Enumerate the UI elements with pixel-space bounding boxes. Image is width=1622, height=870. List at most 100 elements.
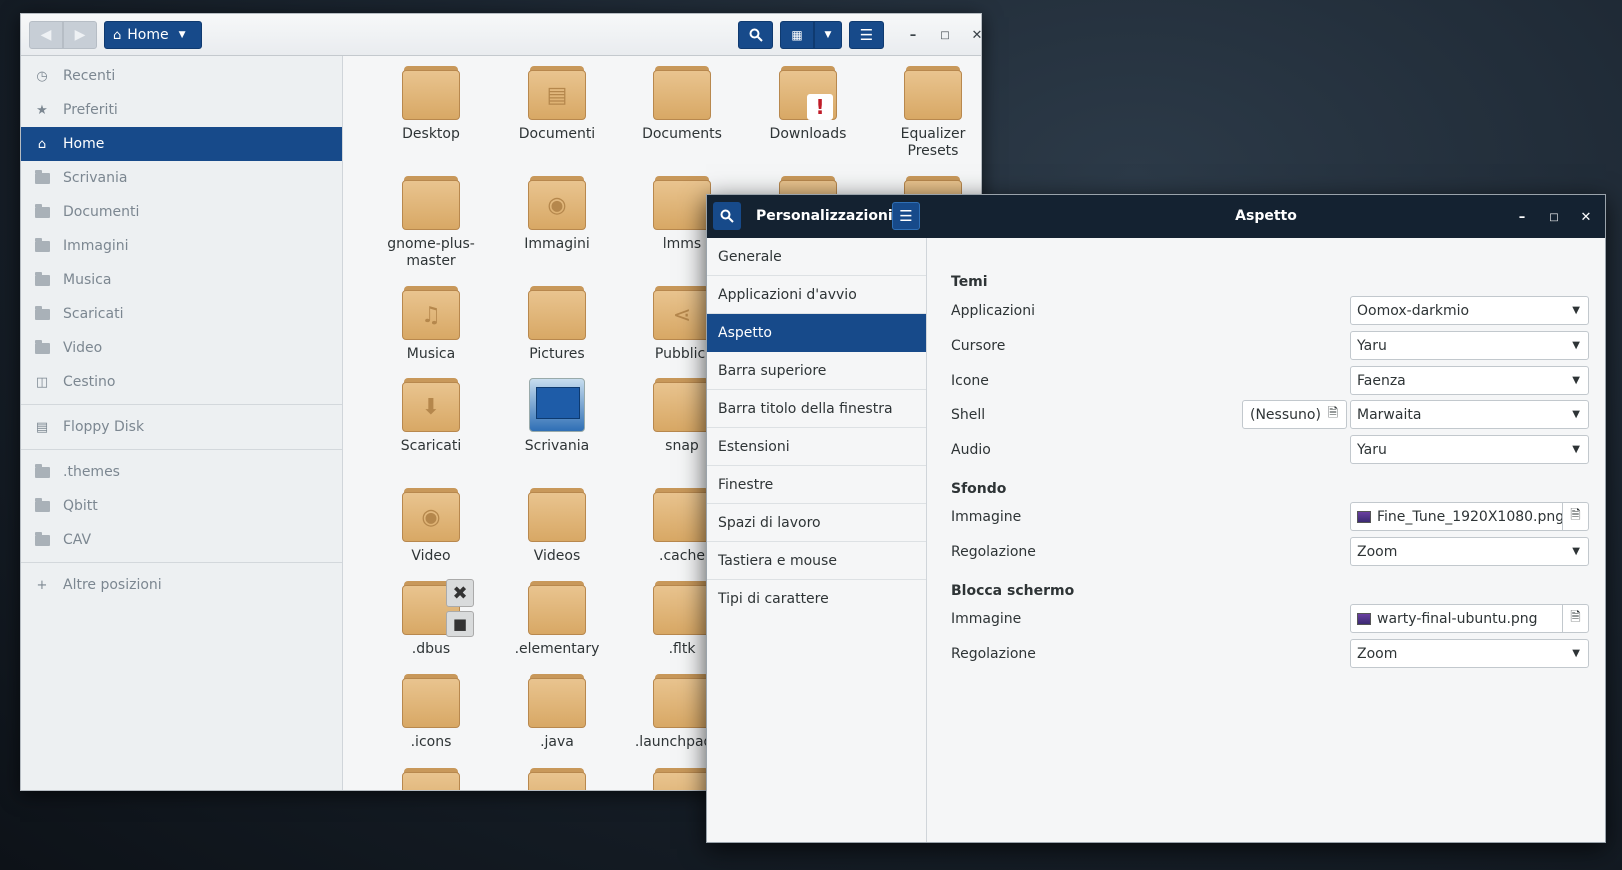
file-item[interactable]	[371, 768, 491, 790]
folder-icon	[34, 237, 50, 252]
folder-icon	[34, 531, 50, 546]
chevron-down-icon: ▼	[1572, 444, 1580, 455]
sidebar-item-starred[interactable]: ★ Preferiti	[21, 93, 342, 127]
sidebar-item-window-titlebars[interactable]: Barra titolo della finestra	[707, 390, 926, 428]
lock-screen-image-chooser[interactable]: warty-final-ubuntu.png 🗎	[1350, 604, 1589, 633]
sidebar-item-trash[interactable]: ◫ Cestino	[21, 365, 342, 399]
minimize-button[interactable]: –	[902, 24, 924, 46]
close-button[interactable]: ✕	[966, 24, 981, 46]
file-item[interactable]: .java	[497, 674, 617, 751]
file-item[interactable]: Scrivania	[497, 378, 617, 455]
folder-icon: ♫	[402, 286, 460, 340]
row-label-background-adjustment: Regolazione	[951, 544, 1036, 560]
folder-icon	[653, 581, 711, 635]
folder-icon	[34, 339, 50, 354]
chevron-down-icon: ▼	[178, 30, 186, 40]
file-item[interactable]: Documents	[622, 66, 742, 143]
row-label-shell: Shell	[951, 407, 986, 423]
sidebar-item-windows[interactable]: Finestre	[707, 466, 926, 504]
sidebar-item-qbitt[interactable]: Qbitt	[21, 489, 342, 523]
file-item-label: .dbus	[411, 641, 451, 657]
sidebar-item-keyboard-mouse[interactable]: Tastiera e mouse	[707, 542, 926, 580]
file-item[interactable]: ⬇ Scaricati	[371, 378, 491, 455]
combo-value: Yaru	[1357, 337, 1387, 354]
sidebar-item-themes[interactable]: .themes	[21, 455, 342, 489]
background-image-chooser[interactable]: Fine_Tune_1920X1080.png 🗎	[1350, 502, 1589, 531]
sidebar-item-cav[interactable]: CAV	[21, 523, 342, 557]
menu-button[interactable]: ☰	[849, 21, 884, 49]
icon-theme-combo[interactable]: Faenza ▼	[1350, 366, 1589, 395]
sidebar-item-label: Home	[63, 136, 105, 152]
sidebar-item-floppy[interactable]: ▤ Floppy Disk	[21, 410, 342, 444]
sidebar-item-fonts[interactable]: Tipi di carattere	[707, 580, 926, 618]
sidebar-item-general[interactable]: Generale	[707, 238, 926, 276]
folder-icon	[402, 768, 460, 790]
view-mode-button[interactable]: ▦	[780, 21, 814, 49]
file-item-label: Desktop	[402, 126, 460, 142]
sidebar-item-label: .themes	[63, 464, 120, 480]
sidebar-item-workspaces[interactable]: Spazi di lavoro	[707, 504, 926, 542]
file-item[interactable]: Desktop	[371, 66, 491, 143]
back-button[interactable]: ◀	[29, 21, 63, 49]
applications-theme-combo[interactable]: Oomox-darkmio ▼	[1350, 296, 1589, 325]
sidebar-item-home[interactable]: ⌂ Home	[21, 127, 342, 161]
sidebar-item-videos[interactable]: Video	[21, 331, 342, 365]
search-button[interactable]	[713, 202, 741, 230]
folder-icon	[653, 176, 711, 230]
cursor-theme-combo[interactable]: Yaru ▼	[1350, 331, 1589, 360]
sidebar-item-extensions[interactable]: Estensioni	[707, 428, 926, 466]
folder-icon	[34, 169, 50, 184]
file-item[interactable]: gnome-plus-master	[371, 176, 491, 270]
folder-icon: ◉	[528, 176, 586, 230]
background-adjustment-combo[interactable]: Zoom ▼	[1350, 537, 1589, 566]
menu-button[interactable]: ☰	[892, 202, 920, 230]
file-item[interactable]: .elementary	[497, 581, 617, 658]
combo-value: Oomox-darkmio	[1357, 302, 1470, 319]
download-arrow-icon: ⬇	[421, 394, 441, 420]
folder-icon: ✖ ■	[402, 579, 474, 637]
shell-file-chooser[interactable]: (Nessuno) 🗎	[1242, 400, 1347, 429]
music-note-icon: ♫	[421, 302, 441, 328]
minimize-icon: –	[909, 27, 917, 43]
file-item[interactable]: ◉ Video	[371, 488, 491, 565]
file-item[interactable]: Pictures	[497, 286, 617, 363]
close-button[interactable]: ✕	[1575, 206, 1597, 228]
file-item-label: gnome-plus-master	[387, 236, 475, 269]
file-item[interactable]: .icons	[371, 674, 491, 751]
sidebar-item-other-locations[interactable]: + Altre posizioni	[21, 568, 342, 602]
view-options-button[interactable]: ▼	[814, 21, 842, 49]
sidebar-item-label: Tipi di carattere	[718, 591, 829, 607]
sidebar-item-documents[interactable]: Documenti	[21, 195, 342, 229]
lock-screen-adjustment-combo[interactable]: Zoom ▼	[1350, 639, 1589, 668]
sidebar-item-downloads[interactable]: Scaricati	[21, 297, 342, 331]
sidebar-item-appearance[interactable]: Aspetto	[707, 314, 926, 352]
folder-icon	[653, 488, 711, 542]
file-item[interactable]: ✖ ■ .dbus	[371, 579, 491, 658]
folder-icon	[402, 176, 460, 230]
forward-button[interactable]: ▶	[63, 21, 97, 49]
sidebar-separator	[21, 562, 342, 563]
maximize-button[interactable]: □	[1543, 206, 1565, 228]
sidebar-item-recent[interactable]: ◷ Recenti	[21, 59, 342, 93]
clock-icon: ◷	[36, 68, 48, 84]
sidebar-item-music[interactable]: Musica	[21, 263, 342, 297]
sidebar-item-desktop[interactable]: Scrivania	[21, 161, 342, 195]
file-item[interactable]: ♫ Musica	[371, 286, 491, 363]
combo-value: Yaru	[1357, 441, 1387, 458]
file-item[interactable]: ▤ Documenti	[497, 66, 617, 143]
minimize-button[interactable]: –	[1511, 206, 1533, 228]
sidebar-item-startup-apps[interactable]: Applicazioni d'avvio	[707, 276, 926, 314]
file-item[interactable]: ! Downloads	[748, 66, 868, 143]
file-item[interactable]: ◉ Immagini	[497, 176, 617, 253]
shell-theme-combo[interactable]: Marwaita ▼	[1350, 400, 1589, 429]
sidebar-item-pictures[interactable]: Immagini	[21, 229, 342, 263]
sidebar-item-top-bar[interactable]: Barra superiore	[707, 352, 926, 390]
location-button[interactable]: ⌂ Home ▼	[104, 21, 202, 49]
file-item[interactable]: Videos	[497, 488, 617, 565]
sound-theme-combo[interactable]: Yaru ▼	[1350, 435, 1589, 464]
document-icon: ▤	[546, 82, 568, 108]
file-item[interactable]: Equalizer Presets	[873, 66, 981, 160]
search-button[interactable]	[738, 21, 773, 49]
maximize-button[interactable]: □	[934, 24, 956, 46]
file-item[interactable]	[497, 768, 617, 790]
